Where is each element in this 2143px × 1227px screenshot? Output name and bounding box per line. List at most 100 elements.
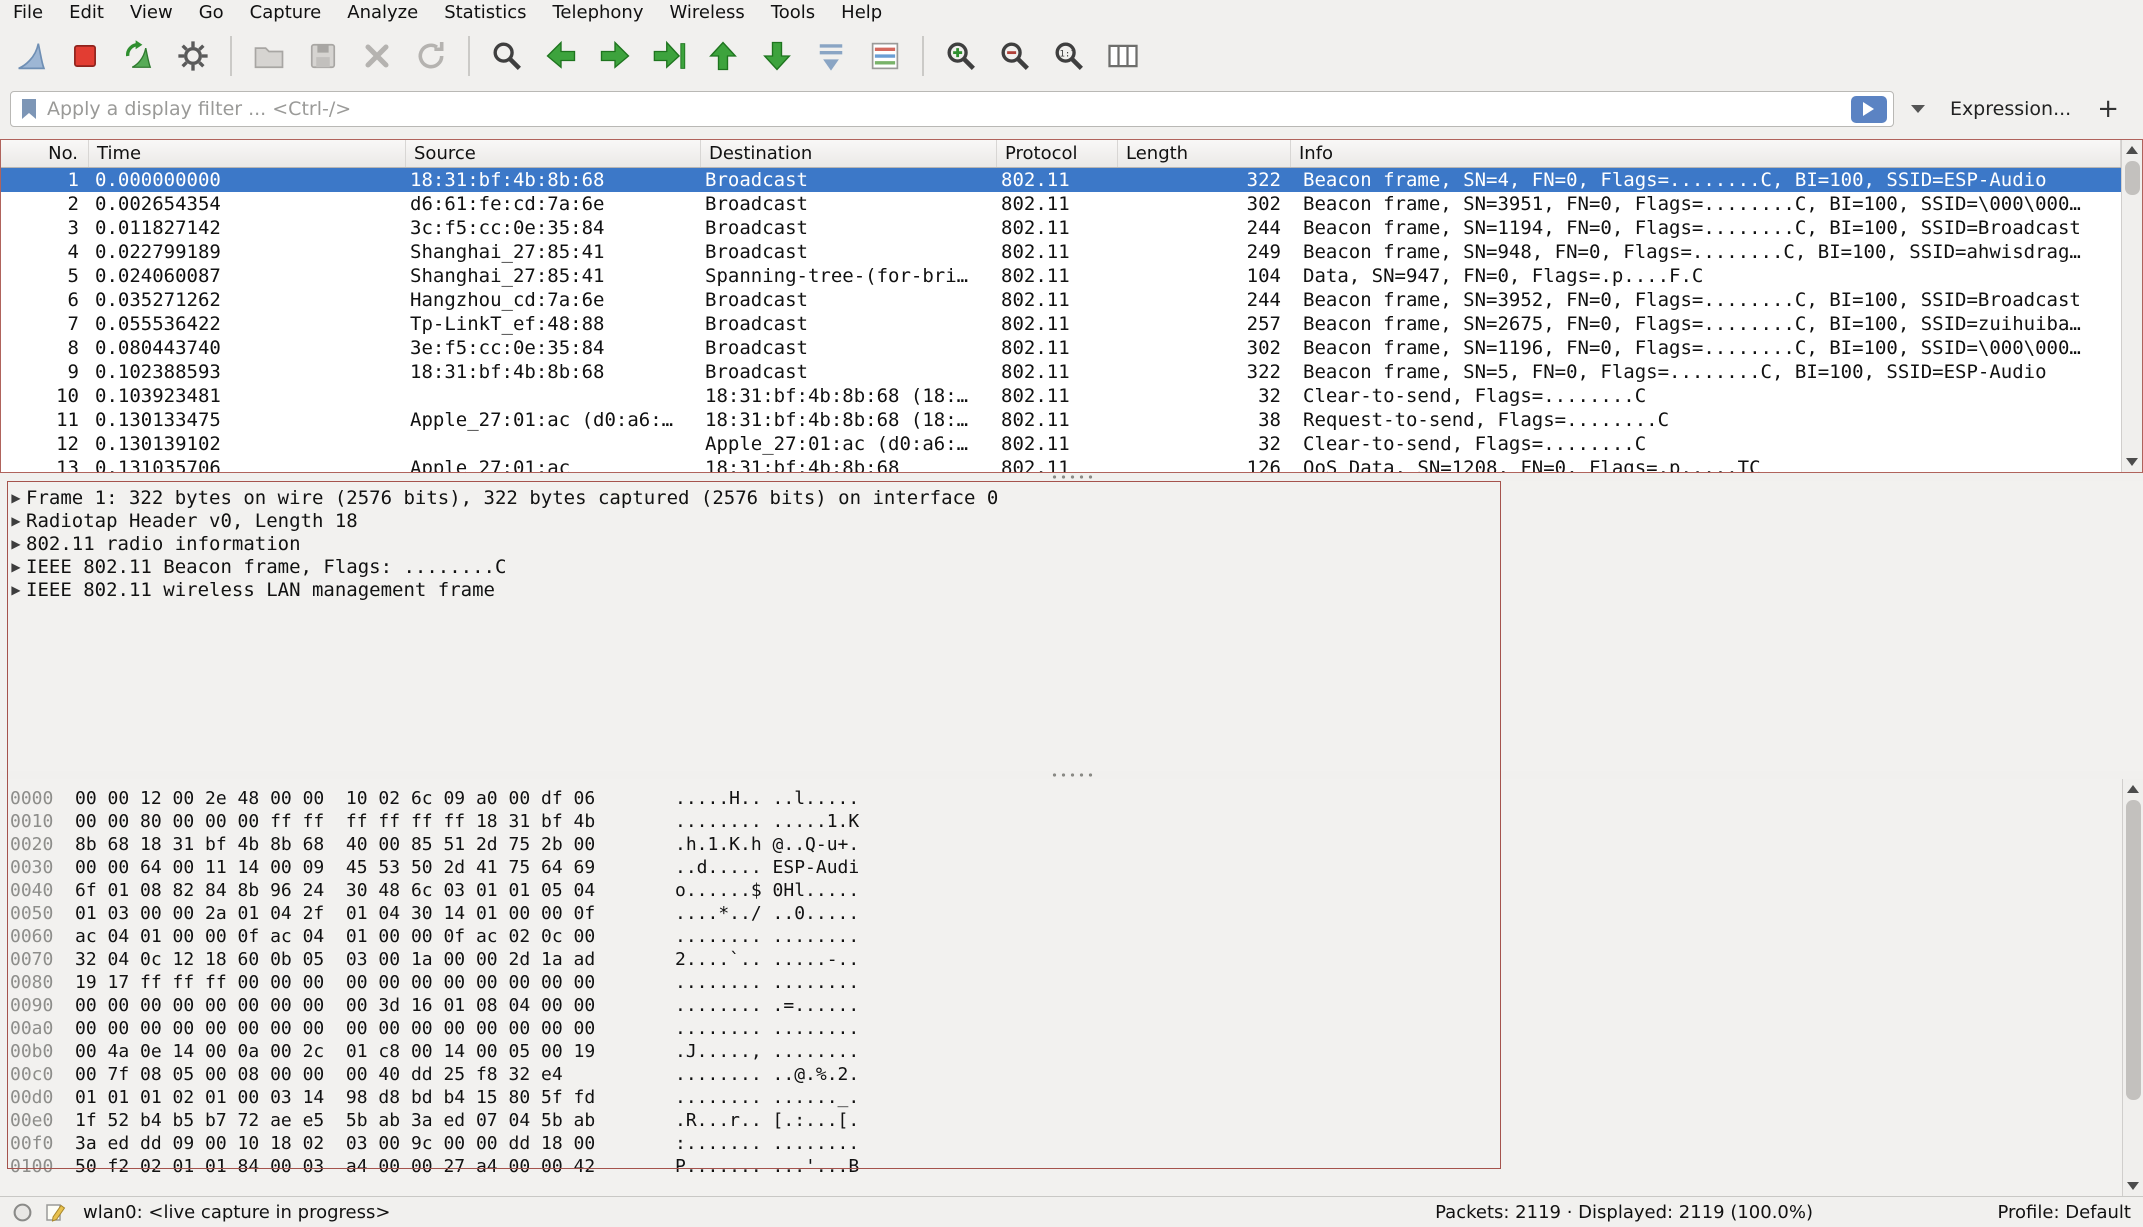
- detail-line[interactable]: ▶ Radiotap Header v0, Length 18: [0, 509, 2143, 532]
- hex-row[interactable]: 0010 00 00 80 00 00 00 ff ff ff ff ff ff…: [0, 810, 2122, 833]
- packet-list-scrollbar[interactable]: [2121, 140, 2142, 472]
- column-header-length[interactable]: Length: [1118, 140, 1291, 167]
- menu-item[interactable]: Edit: [56, 0, 117, 26]
- scroll-up-button[interactable]: [2122, 140, 2143, 160]
- pencil-note-icon: [45, 1201, 67, 1223]
- hex-row[interactable]: 0000 00 00 12 00 2e 48 00 00 10 02 6c 09…: [0, 787, 2122, 810]
- scroll-down-button[interactable]: [2122, 452, 2143, 472]
- packet-row[interactable]: 1 0.000000000 18:31:bf:4b:8b:68 Broadcas…: [1, 168, 2121, 192]
- colorize-packets-button[interactable]: [858, 31, 912, 81]
- detail-line[interactable]: ▶ IEEE 802.11 wireless LAN management fr…: [0, 578, 2143, 601]
- expert-info-button[interactable]: [12, 1202, 33, 1223]
- pane-divider[interactable]: [0, 473, 2143, 481]
- column-header-protocol[interactable]: Protocol: [997, 140, 1118, 167]
- packet-row[interactable]: 8 0.080443740 3e:f5:cc:0e:35:84 Broadcas…: [1, 336, 2121, 360]
- packet-row[interactable]: 3 0.011827142 3c:f5:cc:0e:35:84 Broadcas…: [1, 216, 2121, 240]
- open-capture-file-button[interactable]: [242, 31, 296, 81]
- go-to-last-packet-button[interactable]: [750, 31, 804, 81]
- packet-row[interactable]: 5 0.024060087 Shanghai_27:85:41 Spanning…: [1, 264, 2121, 288]
- hex-row[interactable]: 00c0 00 7f 08 05 00 08 00 00 00 40 dd 25…: [0, 1063, 2122, 1086]
- column-header-destination[interactable]: Destination: [701, 140, 997, 167]
- menu-item[interactable]: Wireless: [656, 0, 757, 26]
- expression-button[interactable]: Expression...: [1942, 98, 2079, 120]
- close-capture-file-button[interactable]: [350, 31, 404, 81]
- packet-row[interactable]: 6 0.035271262 Hangzhou_cd:7a:6e Broadcas…: [1, 288, 2121, 312]
- go-forward-button[interactable]: [588, 31, 642, 81]
- menu-item[interactable]: Statistics: [431, 0, 539, 26]
- scrollbar-thumb[interactable]: [2125, 161, 2140, 195]
- hex-row[interactable]: 0050 01 03 00 00 2a 01 04 2f 01 04 30 14…: [0, 902, 2122, 925]
- hex-row[interactable]: 0100 50 f2 02 01 01 84 00 03 a4 00 00 27…: [0, 1155, 2122, 1178]
- go-to-first-packet-button[interactable]: [696, 31, 750, 81]
- packet-row[interactable]: 9 0.102388593 18:31:bf:4b:8b:68 Broadcas…: [1, 360, 2121, 384]
- column-header-source[interactable]: Source: [406, 140, 701, 167]
- scrollbar-thumb[interactable]: [2126, 800, 2141, 1100]
- column-header-no[interactable]: No.: [1, 140, 89, 167]
- display-filter-input[interactable]: [47, 98, 1843, 120]
- hex-row[interactable]: 00a0 00 00 00 00 00 00 00 00 00 00 00 00…: [0, 1017, 2122, 1040]
- menu-item[interactable]: Help: [828, 0, 895, 26]
- expand-arrow-icon[interactable]: ▶: [6, 491, 26, 505]
- hex-row[interactable]: 0070 32 04 0c 12 18 60 0b 05 03 00 1a 00…: [0, 948, 2122, 971]
- scroll-down-button[interactable]: [2123, 1176, 2143, 1196]
- hex-row[interactable]: 0030 00 00 64 00 11 14 00 09 45 53 50 2d…: [0, 856, 2122, 879]
- hex-row[interactable]: 00e0 1f 52 b4 b5 b7 72 ae e5 5b ab 3a ed…: [0, 1109, 2122, 1132]
- find-packet-button[interactable]: [480, 31, 534, 81]
- column-header-info[interactable]: Info: [1291, 140, 2121, 167]
- packet-row[interactable]: 13 0.131035706 Apple_27:01:ac 18:31:bf:4…: [1, 456, 2121, 473]
- profile-button[interactable]: Profile: Default: [1997, 1202, 2131, 1223]
- expand-arrow-icon[interactable]: ▶: [6, 583, 26, 597]
- go-to-packet-button[interactable]: [642, 31, 696, 81]
- menu-item[interactable]: Analyze: [334, 0, 431, 26]
- hex-row[interactable]: 0080 19 17 ff ff ff 00 00 00 00 00 00 00…: [0, 971, 2122, 994]
- packet-row[interactable]: 11 0.130133475 Apple_27:01:ac (d0:a6:… 1…: [1, 408, 2121, 432]
- go-back-button[interactable]: [534, 31, 588, 81]
- menu-item[interactable]: Telephony: [539, 0, 656, 26]
- capture-options-button[interactable]: [166, 31, 220, 81]
- filter-bookmark-icon[interactable]: [19, 97, 39, 121]
- detail-line[interactable]: ▶ Frame 1: 322 bytes on wire (2576 bits)…: [0, 486, 2143, 509]
- filter-apply-button[interactable]: [1851, 96, 1887, 123]
- packet-row[interactable]: 4 0.022799189 Shanghai_27:85:41 Broadcas…: [1, 240, 2121, 264]
- hex-row[interactable]: 0090 00 00 00 00 00 00 00 00 00 3d 16 01…: [0, 994, 2122, 1017]
- expand-arrow-icon[interactable]: ▶: [6, 537, 26, 551]
- expand-arrow-icon[interactable]: ▶: [6, 514, 26, 528]
- detail-line[interactable]: ▶ 802.11 radio information: [0, 532, 2143, 555]
- hex-row[interactable]: 0060 ac 04 01 00 00 0f ac 04 01 00 00 0f…: [0, 925, 2122, 948]
- detail-line[interactable]: ▶ IEEE 802.11 Beacon frame, Flags: .....…: [0, 555, 2143, 578]
- hex-offset: 00e0: [0, 1109, 75, 1132]
- hex-scrollbar[interactable]: [2122, 779, 2143, 1196]
- menu-item[interactable]: File: [0, 0, 56, 26]
- zoom-out-button[interactable]: [988, 31, 1042, 81]
- resize-columns-button[interactable]: [1096, 31, 1150, 81]
- pane-divider[interactable]: [0, 771, 2143, 779]
- hex-row[interactable]: 00d0 01 01 01 02 01 00 03 14 98 d8 bd b4…: [0, 1086, 2122, 1109]
- packet-row[interactable]: 7 0.055536422 Tp-LinkT_ef:48:88 Broadcas…: [1, 312, 2121, 336]
- menu-item[interactable]: Tools: [758, 0, 828, 26]
- stop-capture-button[interactable]: [58, 31, 112, 81]
- save-capture-file-button[interactable]: [296, 31, 350, 81]
- hex-row[interactable]: 00b0 00 4a 0e 14 00 0a 00 2c 01 c8 00 14…: [0, 1040, 2122, 1063]
- add-filter-button[interactable]: +: [2091, 94, 2133, 124]
- hex-row[interactable]: 00f0 3a ed dd 09 00 10 18 02 03 00 9c 00…: [0, 1132, 2122, 1155]
- hex-row[interactable]: 0020 8b 68 18 31 bf 4b 8b 68 40 00 85 51…: [0, 833, 2122, 856]
- packet-row[interactable]: 10 0.103923481 18:31:bf:4b:8b:68 (18:… 8…: [1, 384, 2121, 408]
- column-header-time[interactable]: Time: [89, 140, 406, 167]
- menu-item[interactable]: View: [117, 0, 186, 26]
- start-capture-button[interactable]: [4, 31, 58, 81]
- capture-comment-button[interactable]: [45, 1201, 67, 1223]
- reload-capture-file-button[interactable]: [404, 31, 458, 81]
- restart-capture-button[interactable]: [112, 31, 166, 81]
- filter-dropdown-button[interactable]: [1906, 94, 1930, 124]
- packet-row[interactable]: 12 0.130139102 Apple_27:01:ac (d0:a6:… 8…: [1, 432, 2121, 456]
- menu-item[interactable]: Go: [186, 0, 237, 26]
- hex-row[interactable]: 0040 6f 01 08 82 84 8b 96 24 30 48 6c 03…: [0, 879, 2122, 902]
- packet-row[interactable]: 2 0.002654354 d6:61:fe:cd:7a:6e Broadcas…: [1, 192, 2121, 216]
- expand-arrow-icon[interactable]: ▶: [6, 560, 26, 574]
- scroll-up-button[interactable]: [2123, 779, 2143, 799]
- auto-scroll-button[interactable]: [804, 31, 858, 81]
- display-filter-field[interactable]: [10, 91, 1894, 127]
- zoom-in-button[interactable]: [934, 31, 988, 81]
- menu-item[interactable]: Capture: [237, 0, 335, 26]
- zoom-original-button[interactable]: 1:1: [1042, 31, 1096, 81]
